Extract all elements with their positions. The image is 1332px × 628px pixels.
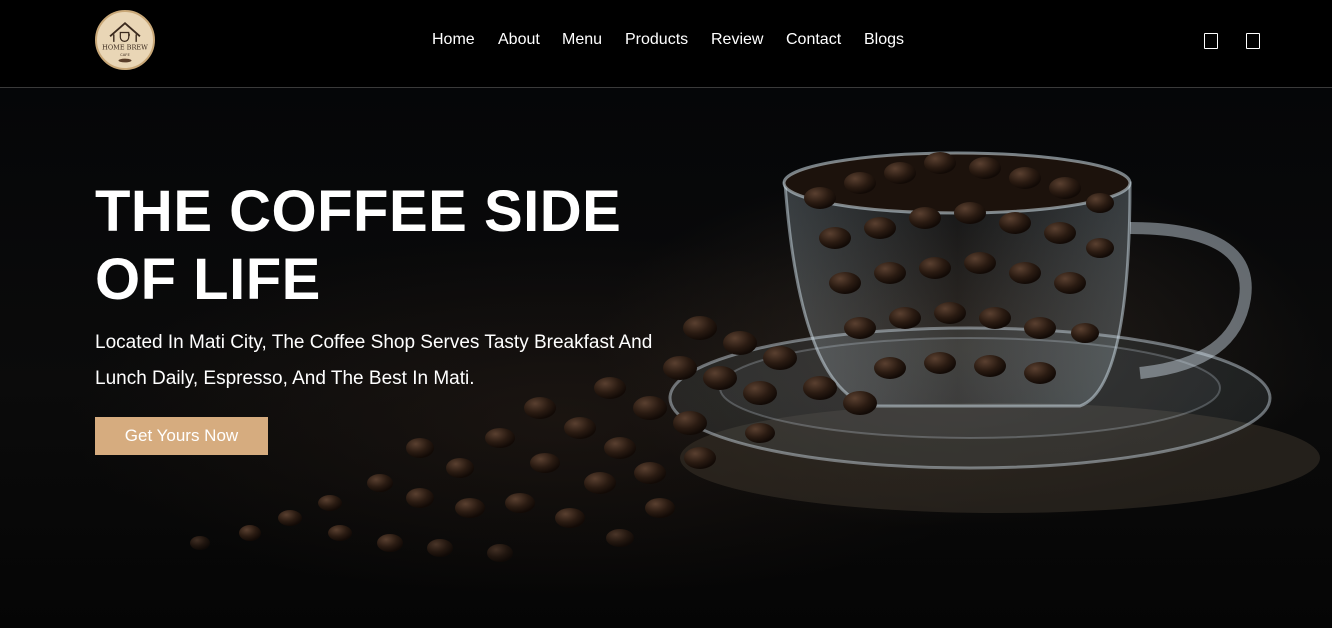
nav-about[interactable]: About <box>498 31 540 49</box>
cart-icon[interactable] <box>1246 33 1260 49</box>
search-icon[interactable] <box>1204 33 1218 49</box>
nav-blogs[interactable]: Blogs <box>864 31 904 49</box>
nav-menu[interactable]: Menu <box>562 31 602 49</box>
nav-products[interactable]: Products <box>625 31 688 49</box>
site-header: HOME BREW CAFE Home About Menu Products … <box>0 0 1332 88</box>
hero-title: THE COFFEE SIDE OF LIFE <box>95 179 622 312</box>
get-yours-now-button[interactable]: Get Yours Now <box>95 417 268 455</box>
nav-home[interactable]: Home <box>432 31 475 49</box>
hero-section: THE COFFEE SIDE OF LIFE Located In Mati … <box>0 88 1332 628</box>
nav-contact[interactable]: Contact <box>786 31 841 49</box>
main-nav: Home About Menu Products Review Contact … <box>0 0 1332 82</box>
hero-description: Located In Mati City, The Coffee Shop Se… <box>95 332 653 389</box>
nav-review[interactable]: Review <box>711 31 763 49</box>
